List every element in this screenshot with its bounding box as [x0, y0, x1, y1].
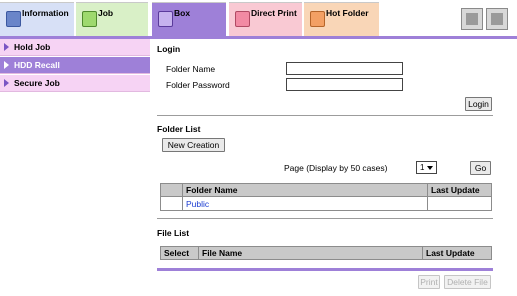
settings-icon[interactable] [461, 8, 483, 30]
sidebar-item-label: Secure Job [14, 78, 60, 88]
column-header: Last Update [422, 246, 492, 260]
table-header-row: Select File Name Last Update [160, 246, 492, 260]
folder-list-title: Folder List [157, 124, 201, 134]
tab-job[interactable]: Job [76, 2, 148, 36]
tab-information-label: Information [22, 8, 69, 18]
arrow-right-icon [4, 43, 9, 51]
table-cell [160, 196, 183, 211]
job-icon [82, 11, 97, 27]
hot-folder-icon [310, 11, 325, 27]
sidebar-item-label: Hold Job [14, 42, 51, 52]
page-display-label: Page (Display by 50 cases) [284, 163, 388, 173]
file-list-title: File List [157, 228, 190, 238]
information-icon [6, 11, 21, 27]
go-button[interactable]: Go [470, 161, 491, 175]
help-icon[interactable] [486, 8, 508, 30]
table-cell: Public [182, 196, 428, 211]
sidebar: Hold Job HDD Recall Secure Job [0, 39, 150, 93]
table-row: Public [160, 196, 492, 211]
new-creation-button[interactable]: New Creation [162, 138, 225, 152]
column-header: Last Update [427, 183, 492, 197]
sidebar-item-secure-job[interactable]: Secure Job [0, 75, 150, 92]
table-cell [427, 196, 492, 211]
divider [157, 218, 493, 219]
login-title: Login [157, 44, 181, 54]
folder-name-input[interactable] [286, 62, 403, 75]
folder-link-public[interactable]: Public [186, 199, 209, 209]
top-tab-bar: Information Job Box Direct Print Hot Fol… [0, 0, 517, 38]
page-select[interactable]: 1 [416, 161, 437, 174]
divider [157, 115, 493, 116]
sidebar-item-label: HDD Recall [14, 60, 60, 70]
file-list-underline [157, 268, 493, 271]
tab-hot-folder-label: Hot Folder [326, 8, 369, 18]
folder-password-input[interactable] [286, 78, 403, 91]
arrow-right-icon [4, 79, 9, 87]
tab-information[interactable]: Information [0, 2, 74, 36]
folder-password-label: Folder Password [166, 80, 230, 90]
file-table: Select File Name Last Update [160, 246, 492, 260]
page-select-value: 1 [420, 163, 425, 172]
direct-print-icon [235, 11, 250, 27]
tab-direct-print-label: Direct Print [251, 8, 297, 18]
tab-job-label: Job [98, 8, 114, 18]
login-button[interactable]: Login [465, 97, 492, 111]
sidebar-item-hold-job[interactable]: Hold Job [0, 39, 150, 56]
folder-name-label: Folder Name [166, 64, 216, 74]
tab-hot-folder[interactable]: Hot Folder [304, 2, 379, 36]
sidebar-item-hdd-recall[interactable]: HDD Recall [0, 57, 150, 74]
tab-box[interactable]: Box [152, 2, 226, 38]
arrow-right-icon [4, 61, 9, 69]
column-header [160, 183, 183, 197]
column-header: Folder Name [182, 183, 428, 197]
folder-table: Folder Name Last Update Public [160, 183, 492, 211]
delete-file-button[interactable]: Delete File [444, 275, 491, 289]
print-button[interactable]: Print [418, 275, 440, 289]
chevron-down-icon [427, 166, 433, 170]
column-header: Select [160, 246, 199, 260]
tab-box-label: Box [174, 8, 191, 18]
column-header: File Name [198, 246, 423, 260]
table-header-row: Folder Name Last Update [160, 183, 492, 197]
box-icon [158, 11, 173, 27]
tab-direct-print[interactable]: Direct Print [229, 2, 302, 36]
